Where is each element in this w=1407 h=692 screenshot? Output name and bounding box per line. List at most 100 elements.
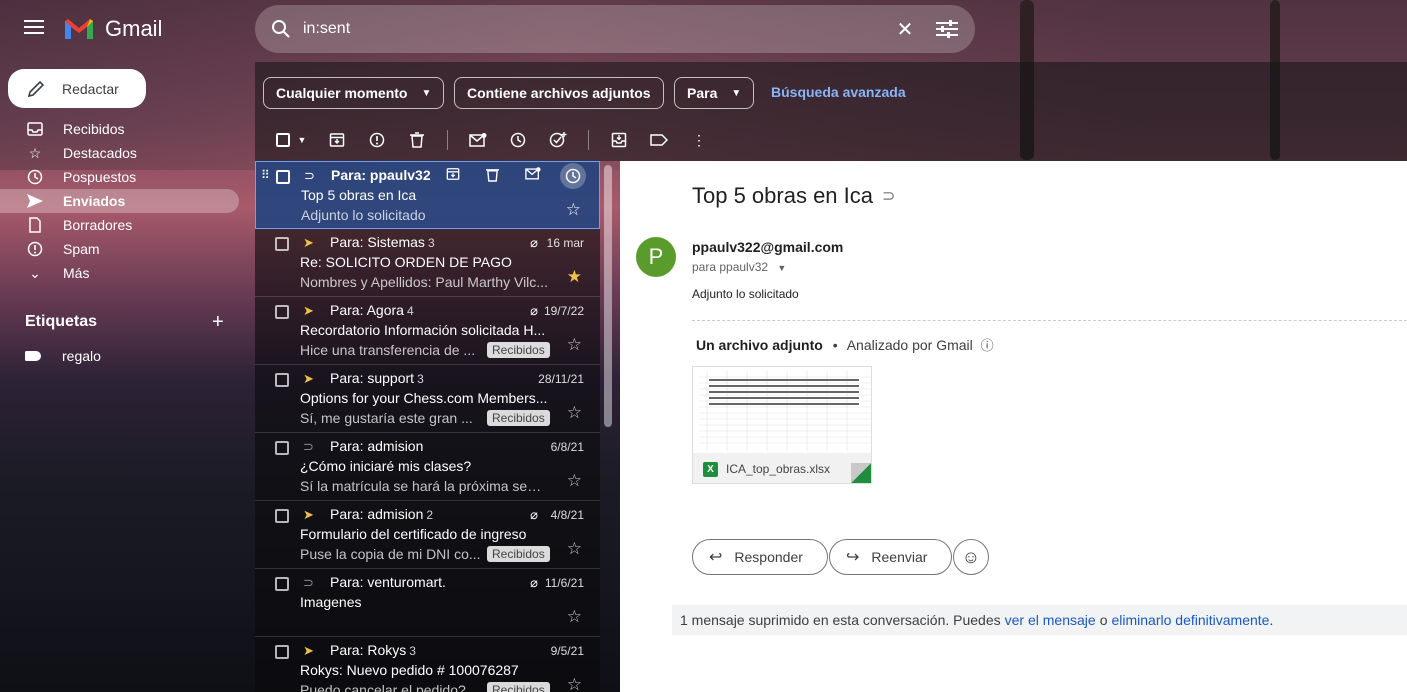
star-icon[interactable]: ☆	[567, 403, 582, 423]
forward-button[interactable]: ↪ Reenviar	[829, 539, 953, 575]
info-icon[interactable]: ⓘ	[981, 338, 994, 353]
table-row[interactable]: ⊃ Para: admision 6/8/21 ¿Cómo iniciaré m…	[255, 433, 600, 501]
filter-has-attachment[interactable]: Contiene archivos adjuntos	[454, 77, 664, 109]
delete-icon[interactable]	[407, 130, 427, 150]
row-snippet: Nombres y Apellidos: Paul Marthy Vilc...	[300, 274, 548, 290]
more-options-icon[interactable]: ⋮	[689, 130, 709, 150]
table-row[interactable]: ➤ Para: Agora 4 ⌀ 19/7/22 Recordatorio In…	[255, 297, 600, 365]
excel-icon: X	[703, 461, 718, 477]
reply-button[interactable]: ↩ Responder	[692, 539, 828, 575]
label-badge[interactable]: Recibidos	[487, 342, 550, 358]
sidebar-item-destacados[interactable]: ☆ Destacados	[0, 141, 239, 165]
search-input[interactable]: in:sent	[303, 20, 875, 38]
sidebar-item-mas[interactable]: ⌄ Más	[0, 261, 239, 285]
label-badge[interactable]: Recibidos	[487, 410, 550, 426]
sidebar-item-pospuestos[interactable]: Pospuestos	[0, 165, 239, 189]
star-icon[interactable]: ☆	[567, 675, 582, 692]
row-checkbox[interactable]	[275, 237, 289, 251]
gmail-logo[interactable]: Gmail	[63, 16, 162, 42]
toolbar-divider	[447, 130, 448, 150]
delete-permanently-link[interactable]: eliminarlo definitivamente	[1111, 612, 1269, 628]
spam-icon	[26, 240, 44, 258]
select-all-checkbox[interactable]	[273, 130, 293, 150]
filter-to[interactable]: Para ▼	[674, 77, 755, 109]
attachment-footer: X ICA_top_obras.xlsx	[693, 453, 871, 483]
label-badge[interactable]: Recibidos	[487, 682, 550, 692]
search-icon[interactable]	[271, 19, 291, 39]
importance-marker-icon[interactable]: ⊃	[882, 186, 895, 206]
label-item-regalo[interactable]: regalo	[25, 348, 101, 364]
label-badge[interactable]: Recibidos	[487, 546, 550, 562]
importance-marker-icon[interactable]: ➤	[303, 303, 314, 319]
row-checkbox[interactable]	[275, 645, 289, 659]
row-date: 28/11/21	[538, 372, 584, 386]
row-date: 9/5/21	[550, 644, 584, 658]
advanced-search-link[interactable]: Búsqueda avanzada	[771, 84, 906, 100]
avatar[interactable]: P	[636, 237, 676, 277]
row-checkbox[interactable]	[276, 170, 290, 184]
snooze-icon[interactable]	[560, 163, 586, 189]
delete-icon[interactable]	[486, 167, 499, 185]
star-icon[interactable]: ★	[567, 267, 582, 287]
move-to-icon[interactable]	[609, 130, 629, 150]
importance-marker-icon[interactable]: ➤	[303, 643, 314, 659]
notice-or: o	[1099, 612, 1108, 628]
star-icon[interactable]: ☆	[567, 471, 582, 491]
drag-handle-icon[interactable]: ⠿	[261, 168, 270, 182]
importance-marker-icon[interactable]: ⊃	[303, 439, 314, 455]
row-checkbox[interactable]	[275, 577, 289, 591]
thread-list-scrollbar[interactable]	[604, 165, 612, 427]
table-row[interactable]: ⊃ Para: venturomart. ⌀ 11/6/21 Imagenes …	[255, 569, 600, 637]
sidebar-item-enviados[interactable]: Enviados	[0, 189, 239, 213]
add-label-icon[interactable]: +	[212, 311, 224, 334]
attachment-card[interactable]: X ICA_top_obras.xlsx	[692, 366, 872, 484]
row-checkbox[interactable]	[275, 373, 289, 387]
main-menu-button[interactable]	[20, 16, 48, 44]
select-caret-icon[interactable]: ▼	[297, 130, 307, 150]
importance-marker-icon[interactable]: ⊃	[303, 575, 314, 591]
table-row[interactable]: ➤ Para: admision 2 ⌀ 4/8/21 Formulario de…	[255, 501, 600, 569]
chevron-down-icon[interactable]: ▼	[777, 263, 786, 273]
clear-search-icon[interactable]: ✕	[893, 17, 917, 41]
label-icon[interactable]	[649, 130, 669, 150]
row-snippet: Puedo cancelar el pedido?	[300, 682, 466, 692]
filter-any-time[interactable]: Cualquier momento ▼	[263, 77, 445, 109]
sender-email[interactable]: ppaulv322@gmail.com	[692, 239, 843, 255]
mark-unread-icon[interactable]	[525, 167, 541, 183]
archive-icon[interactable]	[327, 130, 347, 150]
add-task-icon[interactable]	[548, 130, 568, 150]
star-icon[interactable]: ☆	[566, 200, 581, 220]
search-bar[interactable]: in:sent ✕	[255, 5, 975, 53]
caret-down-icon: ▼	[421, 87, 432, 99]
star-icon[interactable]: ☆	[567, 539, 582, 559]
row-checkbox[interactable]	[275, 305, 289, 319]
importance-marker-icon[interactable]: ➤	[303, 235, 314, 251]
table-row[interactable]: ➤ Para: Rokys 3 9/5/21 Rokys: Nuevo pedid…	[255, 637, 600, 692]
row-checkbox[interactable]	[275, 509, 289, 523]
table-row[interactable]: ⠿ ⊃ Para: ppaulv32 Top 5 obras en Ica Ad…	[255, 161, 600, 229]
recipient-details[interactable]: para ppaulv32 ▼	[692, 260, 786, 274]
importance-marker-icon[interactable]: ⊃	[304, 168, 315, 184]
report-spam-icon[interactable]	[367, 130, 387, 150]
emoji-reaction-button[interactable]: ☺	[953, 539, 989, 575]
table-row[interactable]: ➤ Para: support 3 28/11/21 Options for yo…	[255, 365, 600, 433]
importance-marker-icon[interactable]: ➤	[303, 507, 314, 523]
compose-button[interactable]: Redactar	[8, 69, 146, 108]
draft-icon	[26, 216, 44, 234]
mark-unread-icon[interactable]	[468, 130, 488, 150]
sidebar-item-borradores[interactable]: Borradores	[0, 213, 239, 237]
sidebar-item-spam[interactable]: Spam	[0, 237, 239, 261]
table-row[interactable]: ➤ Para: Sistemas 3 ⌀ 16 mar Re: SOLICITO …	[255, 229, 600, 297]
row-recipient: Para: ppaulv32	[331, 167, 431, 183]
archive-icon[interactable]	[446, 167, 460, 184]
importance-marker-icon[interactable]: ➤	[303, 371, 314, 387]
row-checkbox[interactable]	[275, 441, 289, 455]
snooze-icon[interactable]	[508, 130, 528, 150]
star-icon[interactable]: ☆	[567, 607, 582, 627]
view-message-link[interactable]: ver el mensaje	[1005, 612, 1096, 628]
search-options-icon[interactable]	[935, 17, 959, 41]
star-icon[interactable]: ☆	[567, 335, 582, 355]
attachment-icon: ⌀	[530, 507, 538, 522]
sidebar-item-recibidos[interactable]: Recibidos	[0, 117, 239, 141]
gmail-m-icon	[65, 19, 93, 39]
